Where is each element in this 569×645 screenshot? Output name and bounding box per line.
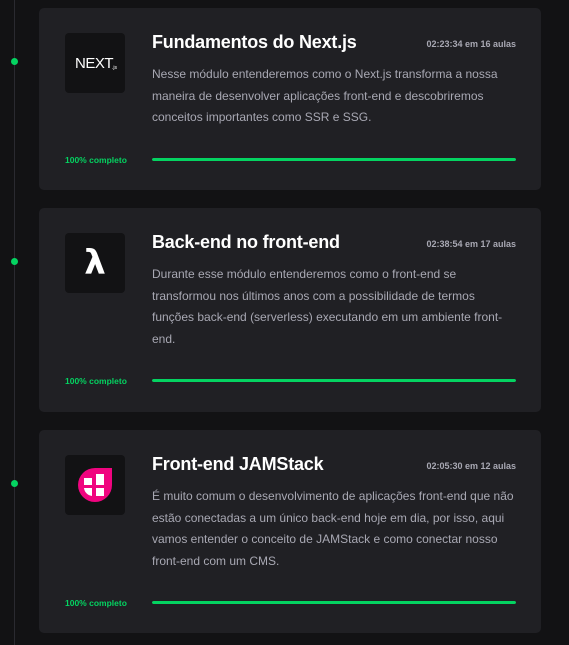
progress-bar bbox=[152, 158, 516, 161]
progress-label: 100% completo bbox=[65, 376, 127, 386]
module-duration: 02:38:54 em 17 aulas bbox=[426, 239, 516, 249]
module-description: É muito comum o desenvolvimento de aplic… bbox=[152, 489, 514, 568]
module-duration: 02:05:30 em 12 aulas bbox=[426, 461, 516, 471]
timeline-line bbox=[14, 0, 15, 645]
module-title: Front-end JAMStack bbox=[152, 454, 324, 474]
module-duration: 02:23:34 em 16 aulas bbox=[426, 39, 516, 49]
nextjs-logo-icon: NEXT .js bbox=[65, 33, 125, 93]
jamstack-logo-icon bbox=[65, 455, 125, 515]
progress-label: 100% completo bbox=[65, 155, 127, 165]
progress-fill bbox=[152, 601, 516, 604]
module-card[interactable]: λ Back-end no front-end 02:38:54 em 17 a… bbox=[39, 208, 541, 412]
module-card[interactable]: Front-end JAMStack 02:05:30 em 12 aulas … bbox=[39, 430, 541, 633]
progress-fill bbox=[152, 379, 516, 382]
timeline-dot bbox=[11, 258, 18, 265]
svg-text:NEXT: NEXT bbox=[75, 55, 113, 72]
module-description: Durante esse módulo entenderemos como o … bbox=[152, 267, 503, 346]
module-description: Nesse módulo entenderemos como o Next.js… bbox=[152, 67, 498, 124]
module-title: Fundamentos do Next.js bbox=[152, 32, 357, 52]
progress-bar bbox=[152, 379, 516, 382]
timeline-dot bbox=[11, 58, 18, 65]
timeline-dot bbox=[11, 480, 18, 487]
lambda-logo-icon: λ bbox=[65, 233, 125, 293]
module-title: Back-end no front-end bbox=[152, 232, 340, 252]
progress-bar bbox=[152, 601, 516, 604]
progress-label: 100% completo bbox=[65, 598, 127, 608]
svg-text:.js: .js bbox=[112, 65, 118, 71]
progress-fill bbox=[152, 158, 516, 161]
module-card[interactable]: NEXT .js Fundamentos do Next.js 02:23:34… bbox=[39, 8, 541, 190]
